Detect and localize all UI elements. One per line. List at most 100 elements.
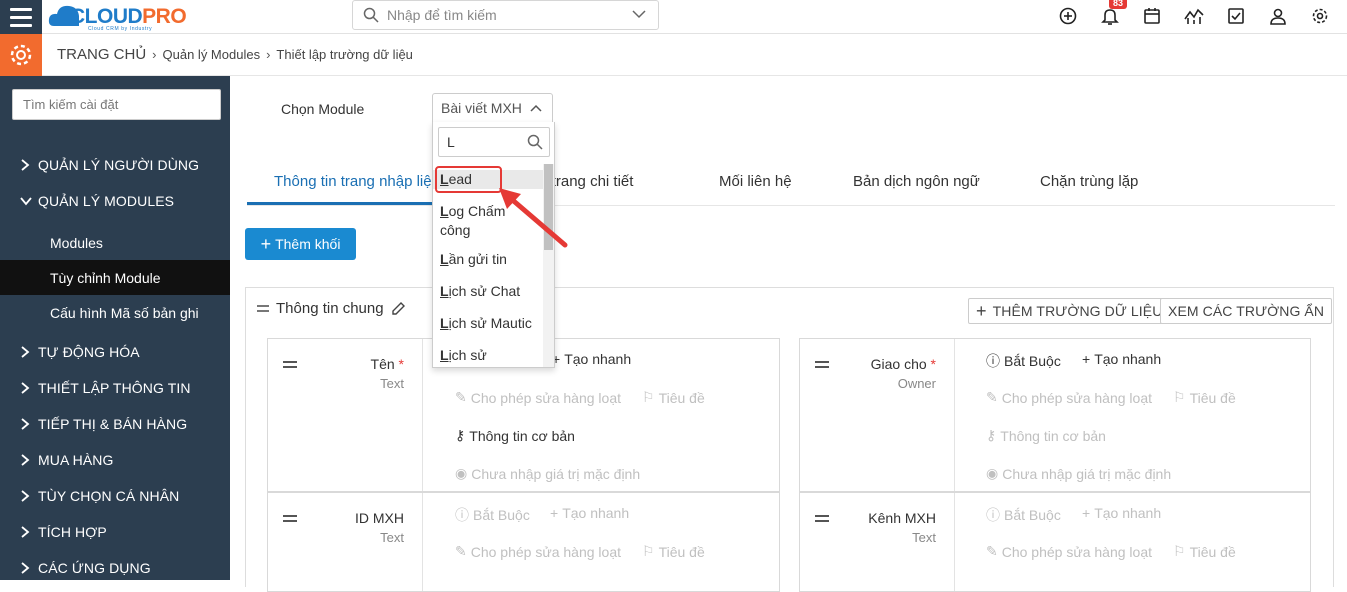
mass-edit-toggle[interactable]: ✎ Cho phép sửa hàng loạt bbox=[986, 389, 1152, 406]
top-icons: 83 bbox=[1047, 0, 1341, 32]
tabs: Thông tin trang nhập liệu Thông tin tran… bbox=[247, 159, 1335, 206]
mass-edit-toggle[interactable]: ✎ Cho phép sửa hàng loạt bbox=[986, 543, 1152, 560]
logo[interactable]: CLOUDPRO Cloud CRM by Industry bbox=[48, 2, 208, 32]
drag-handle-icon[interactable] bbox=[815, 515, 829, 525]
module-select-label: Chọn Module bbox=[281, 101, 365, 117]
sidebar-item-label: MUA HÀNG bbox=[38, 452, 114, 468]
settings-search-input[interactable]: Tìm kiếm cài đặt bbox=[12, 89, 221, 120]
chevron-down-icon bbox=[20, 196, 34, 206]
top-bar: CLOUDPRO Cloud CRM by Industry Nhập để t… bbox=[0, 0, 1347, 34]
global-search-input[interactable]: Nhập để tìm kiếm bbox=[352, 0, 659, 30]
quick-create-toggle[interactable]: + Tạo nhanh bbox=[1082, 505, 1161, 521]
sidebar-item-modules[interactable]: QUẢN LÝ MODULES bbox=[0, 183, 230, 219]
title-toggle[interactable]: ⚐ Tiêu đề bbox=[1173, 389, 1236, 406]
bell-icon[interactable]: 83 bbox=[1089, 0, 1131, 32]
search-icon bbox=[527, 134, 543, 150]
quick-create-toggle[interactable]: + Tạo nhanh bbox=[550, 505, 629, 521]
user-icon[interactable] bbox=[1257, 0, 1299, 32]
chart-icon[interactable] bbox=[1173, 0, 1215, 32]
sidebar-subitem-customize-module[interactable]: Tùy chỉnh Module bbox=[0, 260, 230, 295]
mandatory-toggle[interactable]: ⓘ Bắt Buộc bbox=[455, 505, 530, 525]
basic-info-toggle[interactable]: ⚷ Thông tin cơ bản bbox=[986, 427, 1106, 444]
sidebar-item-apps[interactable]: CÁC ỨNG DỤNG bbox=[0, 550, 230, 586]
chevron-right-icon bbox=[20, 526, 34, 538]
settings-gear-icon[interactable] bbox=[0, 34, 42, 76]
sidebar-item-automation[interactable]: TỰ ĐỘNG HÓA bbox=[0, 334, 230, 370]
show-hidden-fields-button[interactable]: XEM CÁC TRƯỜNG ẨN bbox=[1160, 298, 1333, 324]
basic-info-toggle[interactable]: ⚷ Thông tin cơ bản bbox=[455, 427, 575, 444]
dropdown-option-lich-su-mautic[interactable]: Lịch sử Mautic bbox=[433, 314, 544, 333]
title-toggle[interactable]: ⚐ Tiêu đề bbox=[1173, 543, 1236, 560]
sidebar-subitem-record-numbering[interactable]: Cấu hình Mã số bản ghi bbox=[0, 295, 230, 330]
flag-icon: ⚐ bbox=[642, 389, 655, 405]
drag-handle-icon[interactable] bbox=[283, 515, 297, 525]
edit-icon: ✎ bbox=[986, 543, 998, 559]
tab-edit-view[interactable]: Thông tin trang nhập liệu bbox=[274, 173, 440, 190]
sidebar-item-personal[interactable]: TÙY CHỌN CÁ NHÂN bbox=[0, 478, 230, 514]
dropdown-option-lich-su-chat[interactable]: Lịch sử Chat bbox=[433, 282, 544, 301]
plus-circle-icon[interactable] bbox=[1047, 0, 1089, 32]
sidebar-item-marketing-sales[interactable]: TIẾP THỊ & BÁN HÀNG bbox=[0, 406, 230, 442]
sidebar-item-users[interactable]: QUẢN LÝ NGƯỜI DÙNG bbox=[0, 147, 230, 183]
alert-icon: ⓘ bbox=[986, 507, 1000, 523]
breadcrumb-modules[interactable]: Quản lý Modules bbox=[163, 47, 261, 62]
main-content: Chọn Module Bài viết MXH Thông tin trang… bbox=[230, 76, 1347, 592]
sidebar-subitem-modules[interactable]: Modules bbox=[0, 225, 230, 260]
breadcrumb-home[interactable]: TRANG CHỦ bbox=[57, 46, 146, 63]
tab-duplicate-prevention[interactable]: Chặn trùng lặp bbox=[1040, 173, 1138, 190]
sidebar-item-integration[interactable]: TÍCH HỢP bbox=[0, 514, 230, 550]
mandatory-toggle[interactable]: ⓘ Bắt Buộc bbox=[986, 351, 1061, 371]
red-arrow-icon bbox=[499, 188, 568, 248]
sidebar-item-label: QUẢN LÝ NGƯỜI DÙNG bbox=[38, 157, 200, 173]
quick-create-toggle[interactable]: + Tạo nhanh bbox=[552, 351, 631, 367]
checkbox-icon[interactable] bbox=[1215, 0, 1257, 32]
field-name: Tên * bbox=[370, 356, 404, 372]
sidebar-item-purchasing[interactable]: MUA HÀNG bbox=[0, 442, 230, 478]
gear-icon[interactable] bbox=[1299, 0, 1341, 32]
default-value-toggle[interactable]: ◉ Chưa nhập giá trị mặc định bbox=[455, 465, 640, 482]
module-dropdown-search-input[interactable]: L bbox=[438, 127, 550, 157]
title-toggle[interactable]: ⚐ Tiêu đề bbox=[642, 389, 705, 406]
mandatory-toggle[interactable]: ⓘ Bắt Buộc bbox=[986, 505, 1061, 525]
quick-create-toggle[interactable]: + Tạo nhanh bbox=[1082, 351, 1161, 367]
dropdown-option-lich-su[interactable]: Lịch sử bbox=[433, 346, 544, 365]
chevron-right-icon: › bbox=[266, 47, 271, 62]
chevron-down-icon[interactable] bbox=[632, 9, 646, 19]
flag-icon: ⚐ bbox=[1173, 389, 1186, 405]
drag-handle-icon[interactable] bbox=[283, 361, 297, 371]
field-type: Text bbox=[912, 530, 936, 545]
add-block-button[interactable]: + Thêm khối bbox=[245, 228, 356, 260]
default-value-toggle[interactable]: ◉ Chưa nhập giá trị mặc định bbox=[986, 465, 1171, 482]
sidebar-item-label: THIẾT LẬP THÔNG TIN bbox=[38, 380, 191, 396]
chevron-right-icon bbox=[20, 382, 34, 394]
sidebar-item-label: CÁC ỨNG DỤNG bbox=[38, 560, 151, 576]
field-type: Text bbox=[380, 376, 404, 391]
dropdown-option-lan-gui-tin[interactable]: Lần gửi tin bbox=[433, 250, 544, 269]
tab-translations[interactable]: Bản dịch ngôn ngữ bbox=[853, 173, 980, 190]
edit-icon: ✎ bbox=[455, 389, 467, 405]
add-field-button[interactable]: + THÊM TRƯỜNG DỮ LIỆU bbox=[968, 298, 1171, 324]
sidebar-item-label: TIẾP THỊ & BÁN HÀNG bbox=[38, 416, 188, 432]
pencil-icon[interactable] bbox=[390, 301, 406, 317]
menu-icon[interactable] bbox=[0, 0, 42, 34]
field-card-kenh-mxh: Kênh MXH Text ⓘ Bắt Buộc + Tạo nhanh ✎ Cho … bbox=[799, 492, 1311, 592]
chevron-up-icon bbox=[530, 104, 542, 112]
field-name: Giao cho * bbox=[870, 356, 936, 372]
sidebar-item-info-setup[interactable]: THIẾT LẬP THÔNG TIN bbox=[0, 370, 230, 406]
tab-relations[interactable]: Mối liên hệ bbox=[719, 173, 792, 190]
mass-edit-toggle[interactable]: ✎ Cho phép sửa hàng loạt bbox=[455, 389, 621, 406]
calendar-icon[interactable] bbox=[1131, 0, 1173, 32]
edit-icon: ✎ bbox=[986, 389, 998, 405]
logo-cloud-text: CLOUD bbox=[70, 5, 143, 28]
title-toggle[interactable]: ⚐ Tiêu đề bbox=[642, 543, 705, 560]
module-select-value: Bài viết MXH bbox=[441, 100, 522, 116]
plus-icon: + bbox=[976, 301, 987, 321]
mass-edit-toggle[interactable]: ✎ Cho phép sửa hàng loạt bbox=[455, 543, 621, 560]
drag-handle-icon[interactable] bbox=[256, 304, 270, 314]
add-block-label: Thêm khối bbox=[275, 236, 341, 252]
drag-handle-icon[interactable] bbox=[815, 361, 829, 371]
plus-icon: + bbox=[260, 234, 272, 254]
sidebar-item-label: TỰ ĐỘNG HÓA bbox=[38, 344, 140, 360]
module-select[interactable]: Bài viết MXH bbox=[432, 93, 553, 123]
block-title: Thông tin chung bbox=[256, 300, 406, 317]
